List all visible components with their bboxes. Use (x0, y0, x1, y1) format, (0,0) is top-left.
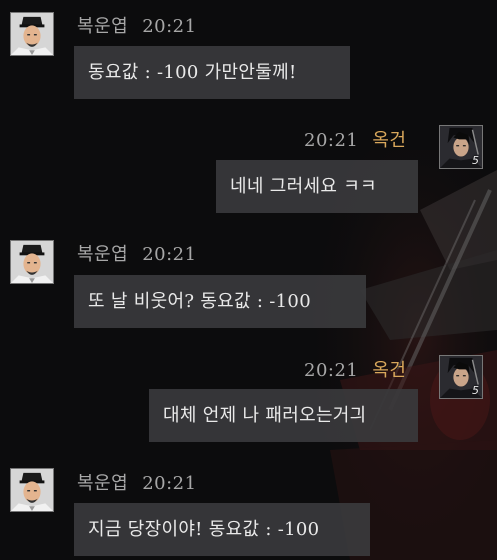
message-meta: 20:21 옥건 (304, 126, 407, 152)
message-meta: 복운엽 20:21 (77, 469, 197, 495)
message-time: 20:21 (142, 473, 197, 494)
swordsman-avatar-icon[interactable]: 5 (439, 125, 483, 169)
sender-name[interactable]: 옥건 (372, 130, 406, 151)
level-badge: 5 (472, 384, 479, 397)
level-badge: 5 (472, 154, 479, 167)
message-time: 20:21 (304, 360, 359, 381)
message-bubble[interactable]: 네네 그러세요 ㅋㅋ (216, 160, 418, 213)
message-time: 20:21 (142, 244, 197, 265)
scholar-avatar-icon[interactable] (10, 12, 54, 56)
sender-name[interactable]: 복운엽 (77, 244, 128, 265)
sender-name[interactable]: 옥건 (372, 360, 406, 381)
message-meta: 복운엽 20:21 (77, 12, 197, 38)
swordsman-avatar-icon[interactable]: 5 (439, 355, 483, 399)
chat-area[interactable]: 복운엽 20:21 동요값 : -100 가만안둘께! 20:21 옥건 5 네네 … (0, 0, 497, 560)
scholar-avatar-icon[interactable] (10, 468, 54, 512)
message-bubble[interactable]: 또 날 비웃어? 동요값 : -100 (74, 275, 366, 328)
message-bubble[interactable]: 지금 당장이야! 동요값 : -100 (74, 503, 370, 556)
sender-name[interactable]: 복운엽 (77, 473, 128, 494)
message-meta: 20:21 옥건 (304, 356, 407, 382)
scholar-avatar-icon[interactable] (10, 240, 54, 284)
message-time: 20:21 (304, 130, 359, 151)
sender-name[interactable]: 복운엽 (77, 16, 128, 37)
message-bubble[interactable]: 동요값 : -100 가만안둘께! (74, 46, 350, 99)
message-time: 20:21 (142, 16, 197, 37)
message-bubble[interactable]: 대체 언제 나 패러오는거긔 (149, 389, 418, 442)
message-meta: 복운엽 20:21 (77, 240, 197, 266)
